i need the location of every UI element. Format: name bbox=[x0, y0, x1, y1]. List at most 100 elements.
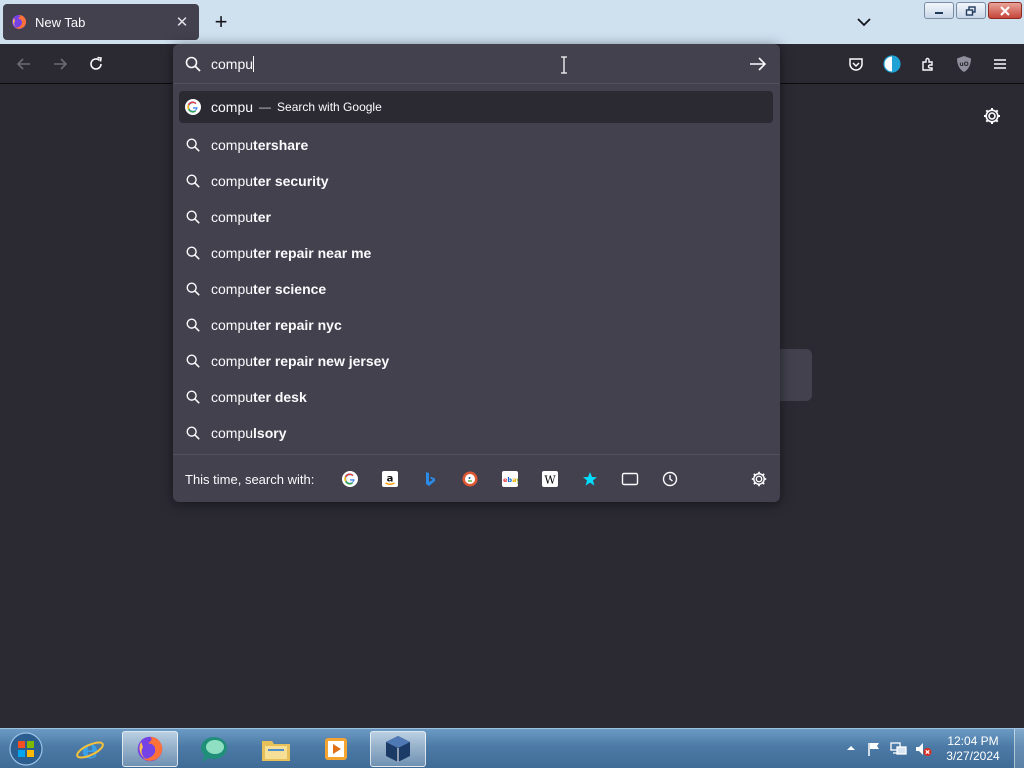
windows-start-orb-icon bbox=[9, 732, 43, 766]
suggestion-text: computer security bbox=[211, 173, 329, 189]
tabs-search-button[interactable] bbox=[610, 463, 650, 495]
search-settings-button[interactable] bbox=[750, 470, 768, 488]
go-arrow-icon[interactable] bbox=[748, 55, 768, 73]
list-all-tabs-button[interactable] bbox=[852, 10, 876, 34]
pocket-button[interactable] bbox=[844, 52, 868, 76]
wikipedia-icon: W bbox=[542, 471, 559, 487]
history-search-button[interactable] bbox=[650, 463, 690, 495]
restore-icon bbox=[965, 5, 976, 16]
engine-wikipedia-button[interactable]: W bbox=[530, 463, 570, 495]
taskbar-internet-explorer[interactable]: e bbox=[62, 731, 118, 767]
clock-date: 3/27/2024 bbox=[946, 749, 1000, 763]
search-suggestion[interactable]: computer bbox=[179, 199, 773, 235]
ebay-icon: ebay bbox=[502, 471, 519, 487]
engine-amazon-button[interactable]: a bbox=[370, 463, 410, 495]
taskbar-chat-app[interactable] bbox=[186, 731, 242, 767]
network-icon[interactable] bbox=[890, 741, 908, 757]
taskbar-firefox[interactable] bbox=[122, 731, 178, 767]
dark-reader-button[interactable] bbox=[880, 52, 904, 76]
search-suggestion[interactable]: compulsory bbox=[179, 415, 773, 451]
suggestion-prefix: compu bbox=[211, 317, 254, 333]
search-box-edge bbox=[780, 349, 812, 401]
suggestion-completion: ter repair near me bbox=[253, 245, 372, 261]
suggestion-text: computer repair new jersey bbox=[211, 353, 389, 369]
suggestion-prefix: compu bbox=[211, 389, 254, 405]
minimize-button[interactable] bbox=[924, 2, 954, 19]
media-player-icon bbox=[325, 738, 347, 760]
search-suggestion[interactable]: computer science bbox=[179, 271, 773, 307]
suggestion-prefix: compu bbox=[211, 173, 254, 189]
reload-icon bbox=[90, 56, 102, 70]
tab-title: New Tab bbox=[35, 14, 86, 30]
gear-icon bbox=[751, 471, 767, 487]
text-caret bbox=[253, 55, 255, 72]
history-icon bbox=[663, 471, 678, 487]
search-suggestion[interactable]: computershare bbox=[179, 127, 773, 163]
suggestion-completion: ter science bbox=[253, 281, 327, 297]
firefox-window: New Tab ✕ + uO compu compu — Search with… bbox=[0, 0, 1024, 768]
urlbar-input[interactable]: compu bbox=[211, 55, 255, 72]
suggestion-action-hint: Search with Google bbox=[277, 100, 382, 114]
engine-google-button[interactable] bbox=[330, 463, 370, 495]
back-arrow-icon bbox=[16, 58, 30, 70]
suggestion-text: computer desk bbox=[211, 389, 307, 405]
volume-muted-icon[interactable] bbox=[914, 741, 932, 757]
taskbar-clock[interactable]: 12:04 PM 3/27/2024 bbox=[936, 734, 1010, 764]
ublock-origin-button[interactable]: uO bbox=[952, 52, 976, 76]
search-suggestion[interactable]: computer repair near me bbox=[179, 235, 773, 271]
taskbar-media-player[interactable] bbox=[308, 731, 364, 767]
extensions-button[interactable] bbox=[916, 52, 940, 76]
engine-duckduckgo-button[interactable] bbox=[450, 463, 490, 495]
taskbar-virtualbox[interactable] bbox=[370, 731, 426, 767]
action-center-flag-icon[interactable] bbox=[866, 741, 882, 757]
tabs-icon bbox=[622, 472, 639, 486]
svg-text:W: W bbox=[545, 474, 557, 487]
new-tab-button[interactable]: + bbox=[208, 8, 234, 36]
svg-text:e: e bbox=[82, 735, 99, 764]
svg-text:uO: uO bbox=[959, 61, 968, 68]
search-suggestion[interactable]: computer security bbox=[179, 163, 773, 199]
start-button[interactable] bbox=[5, 731, 47, 767]
suggestion-completion: ter repair new jersey bbox=[253, 353, 390, 369]
one-off-search-bar: This time, search with: a ebay W bbox=[173, 454, 780, 502]
gear-icon bbox=[984, 108, 1000, 124]
back-button[interactable] bbox=[12, 52, 36, 76]
clock-time: 12:04 PM bbox=[947, 734, 999, 748]
suggestion-search-with-google[interactable]: compu — Search with Google bbox=[179, 91, 773, 123]
forward-button[interactable] bbox=[48, 52, 72, 76]
tab-new-tab[interactable]: New Tab ✕ bbox=[3, 4, 199, 40]
minimize-icon bbox=[935, 11, 943, 14]
suggestion-text: computer repair near me bbox=[211, 245, 371, 261]
search-suggestion[interactable]: computer desk bbox=[179, 379, 773, 415]
urlbar-input-row[interactable]: compu bbox=[173, 44, 780, 84]
show-desktop-button[interactable] bbox=[1014, 729, 1024, 768]
tab-close-button[interactable]: ✕ bbox=[171, 11, 193, 33]
restore-button[interactable] bbox=[956, 2, 986, 19]
suggestion-list: compu — Search with Google computershare… bbox=[179, 91, 773, 451]
dark-reader-icon bbox=[883, 55, 901, 73]
close-window-button[interactable] bbox=[988, 2, 1022, 19]
virtualbox-icon bbox=[386, 736, 410, 762]
search-suggestion[interactable]: computer repair nyc bbox=[179, 307, 773, 343]
taskbar-file-explorer[interactable] bbox=[248, 731, 304, 767]
urlbar-dropdown: compu compu — Search with Google compute… bbox=[173, 44, 780, 502]
search-icon bbox=[185, 56, 201, 72]
engine-ebay-button[interactable]: ebay bbox=[490, 463, 530, 495]
suggestion-prefix: compu bbox=[211, 137, 254, 153]
newtab-settings-button[interactable] bbox=[982, 106, 1002, 126]
close-icon bbox=[1000, 5, 1010, 16]
amazon-icon: a bbox=[382, 471, 399, 487]
reload-button[interactable] bbox=[84, 52, 108, 76]
chat-bubble-icon bbox=[201, 737, 227, 762]
engine-bing-button[interactable] bbox=[410, 463, 450, 495]
bookmarks-search-button[interactable] bbox=[570, 463, 610, 495]
app-menu-button[interactable] bbox=[988, 52, 1012, 76]
suggestion-text: computer science bbox=[211, 281, 326, 297]
search-suggestions: computershare computer security computer co… bbox=[179, 127, 773, 451]
search-icon bbox=[185, 317, 201, 333]
suggestion-prefix: compu bbox=[211, 353, 254, 369]
search-suggestion[interactable]: computer repair new jersey bbox=[179, 343, 773, 379]
show-hidden-icons-icon[interactable] bbox=[846, 743, 856, 753]
suggestion-separator: — bbox=[259, 100, 272, 114]
suggestion-text: compulsory bbox=[211, 425, 287, 441]
